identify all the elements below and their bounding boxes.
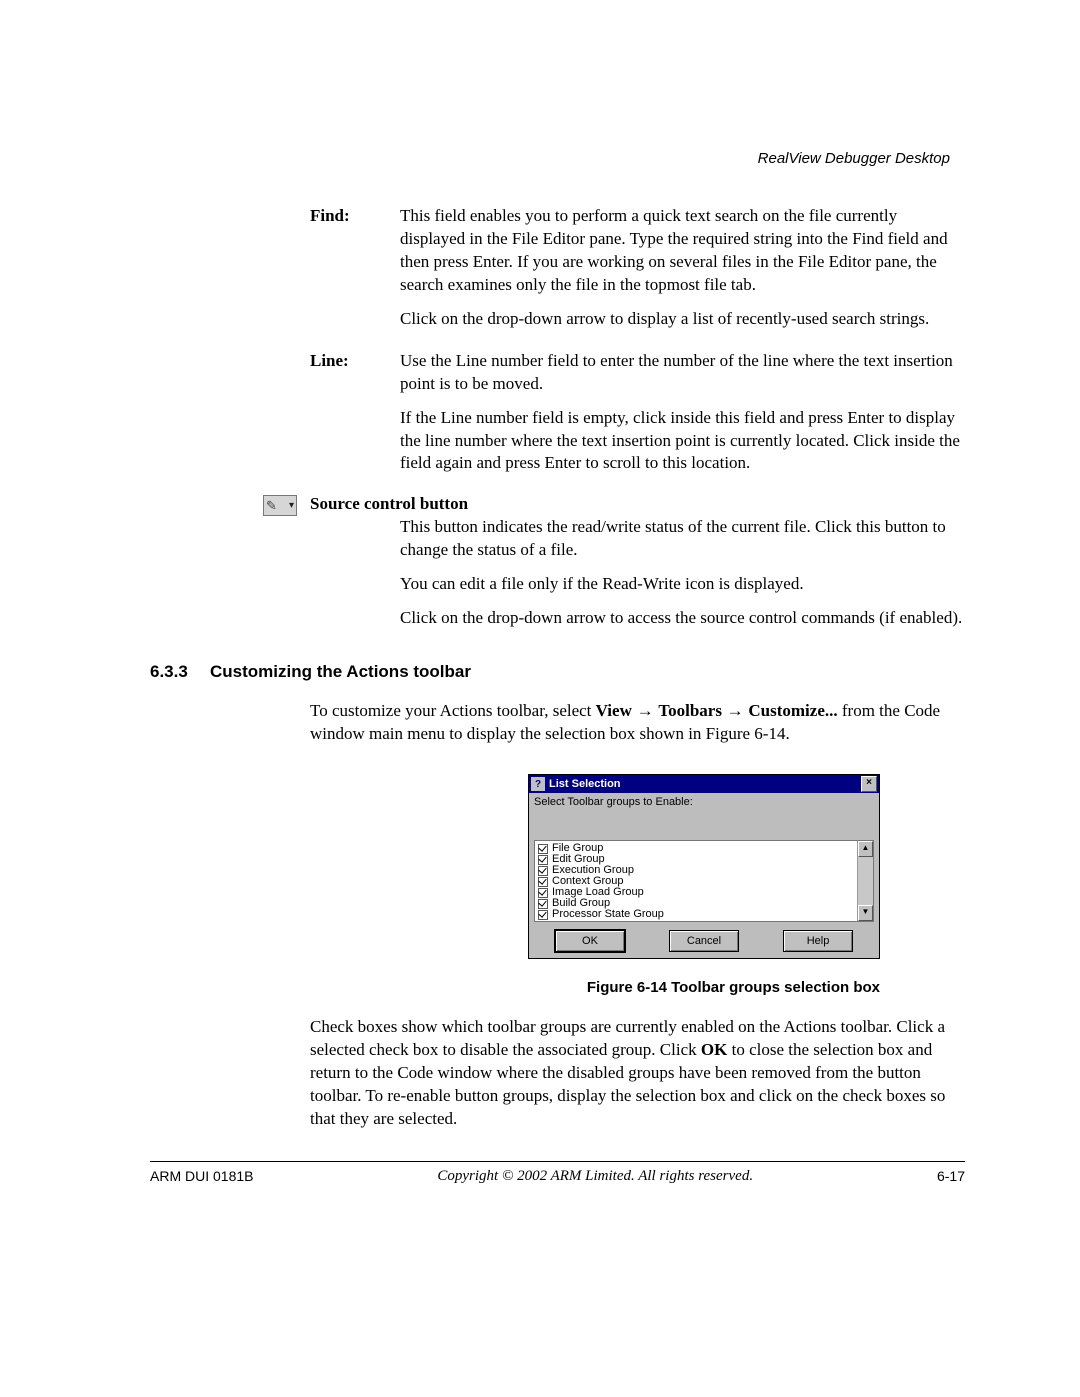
figure-caption: Figure 6-14 Toolbar groups selection box xyxy=(150,979,880,996)
dialog-prompt: Select Toolbar groups to Enable: xyxy=(529,793,879,810)
dropdown-arrow-icon: ▾ xyxy=(289,500,294,511)
source-control-heading: Source control button xyxy=(310,494,468,514)
line-label: Line: xyxy=(310,350,400,487)
ok-button[interactable]: OK xyxy=(555,930,625,952)
checkbox-icon[interactable] xyxy=(538,899,548,909)
list-selection-dialog: ? List Selection × Select Toolbar groups… xyxy=(528,774,880,959)
dialog-close-button[interactable]: × xyxy=(861,776,877,792)
line-desc-2: If the Line number field is empty, click… xyxy=(400,407,965,476)
scb-desc-2: You can edit a file only if the Read-Wri… xyxy=(400,573,965,596)
checkbox-icon[interactable] xyxy=(538,910,548,920)
scb-desc-3: Click on the drop-down arrow to access t… xyxy=(400,607,965,630)
footer-left: ARM DUI 0181B xyxy=(150,1168,253,1185)
checkbox-icon[interactable] xyxy=(538,877,548,887)
scb-desc-1: This button indicates the read/write sta… xyxy=(400,516,965,562)
footer-center: Copyright © 2002 ARM Limited. All rights… xyxy=(437,1168,753,1185)
checkbox-icon[interactable] xyxy=(538,866,548,876)
checkbox-icon[interactable] xyxy=(538,855,548,865)
scroll-down-button[interactable]: ▼ xyxy=(858,905,873,921)
cancel-button[interactable]: Cancel xyxy=(669,930,739,952)
find-desc-2: Click on the drop-down arrow to display … xyxy=(400,308,965,331)
source-control-button-icon: ✎ ▾ xyxy=(263,495,297,516)
find-desc-1: This field enables you to perform a quic… xyxy=(400,205,965,297)
footer-rule xyxy=(150,1161,965,1162)
checkbox-icon[interactable] xyxy=(538,844,548,854)
section-intro: To customize your Actions toolbar, selec… xyxy=(310,700,965,746)
running-header: RealView Debugger Desktop xyxy=(758,150,950,167)
scrollbar[interactable]: ▲ ▼ xyxy=(857,841,873,921)
after-figure-paragraph: Check boxes show which toolbar groups ar… xyxy=(310,1016,965,1131)
scroll-up-button[interactable]: ▲ xyxy=(858,841,873,857)
dialog-app-icon: ? xyxy=(531,777,545,791)
checkbox-icon[interactable] xyxy=(538,888,548,898)
dialog-title: List Selection xyxy=(549,778,861,790)
dialog-titlebar[interactable]: ? List Selection × xyxy=(529,775,879,793)
section-number: 6.3.3 xyxy=(150,662,210,682)
list-item[interactable]: Processor State Group xyxy=(538,909,854,920)
section-title: Customizing the Actions toolbar xyxy=(210,662,471,682)
find-label: Find: xyxy=(310,205,400,342)
help-button[interactable]: Help xyxy=(783,930,853,952)
line-desc-1: Use the Line number field to enter the n… xyxy=(400,350,965,396)
footer-page-number: 6-17 xyxy=(937,1168,965,1185)
dialog-listbox[interactable]: File Group Edit Group Execution Group Co… xyxy=(534,840,874,922)
readwrite-glyph-icon: ✎ xyxy=(266,499,277,512)
